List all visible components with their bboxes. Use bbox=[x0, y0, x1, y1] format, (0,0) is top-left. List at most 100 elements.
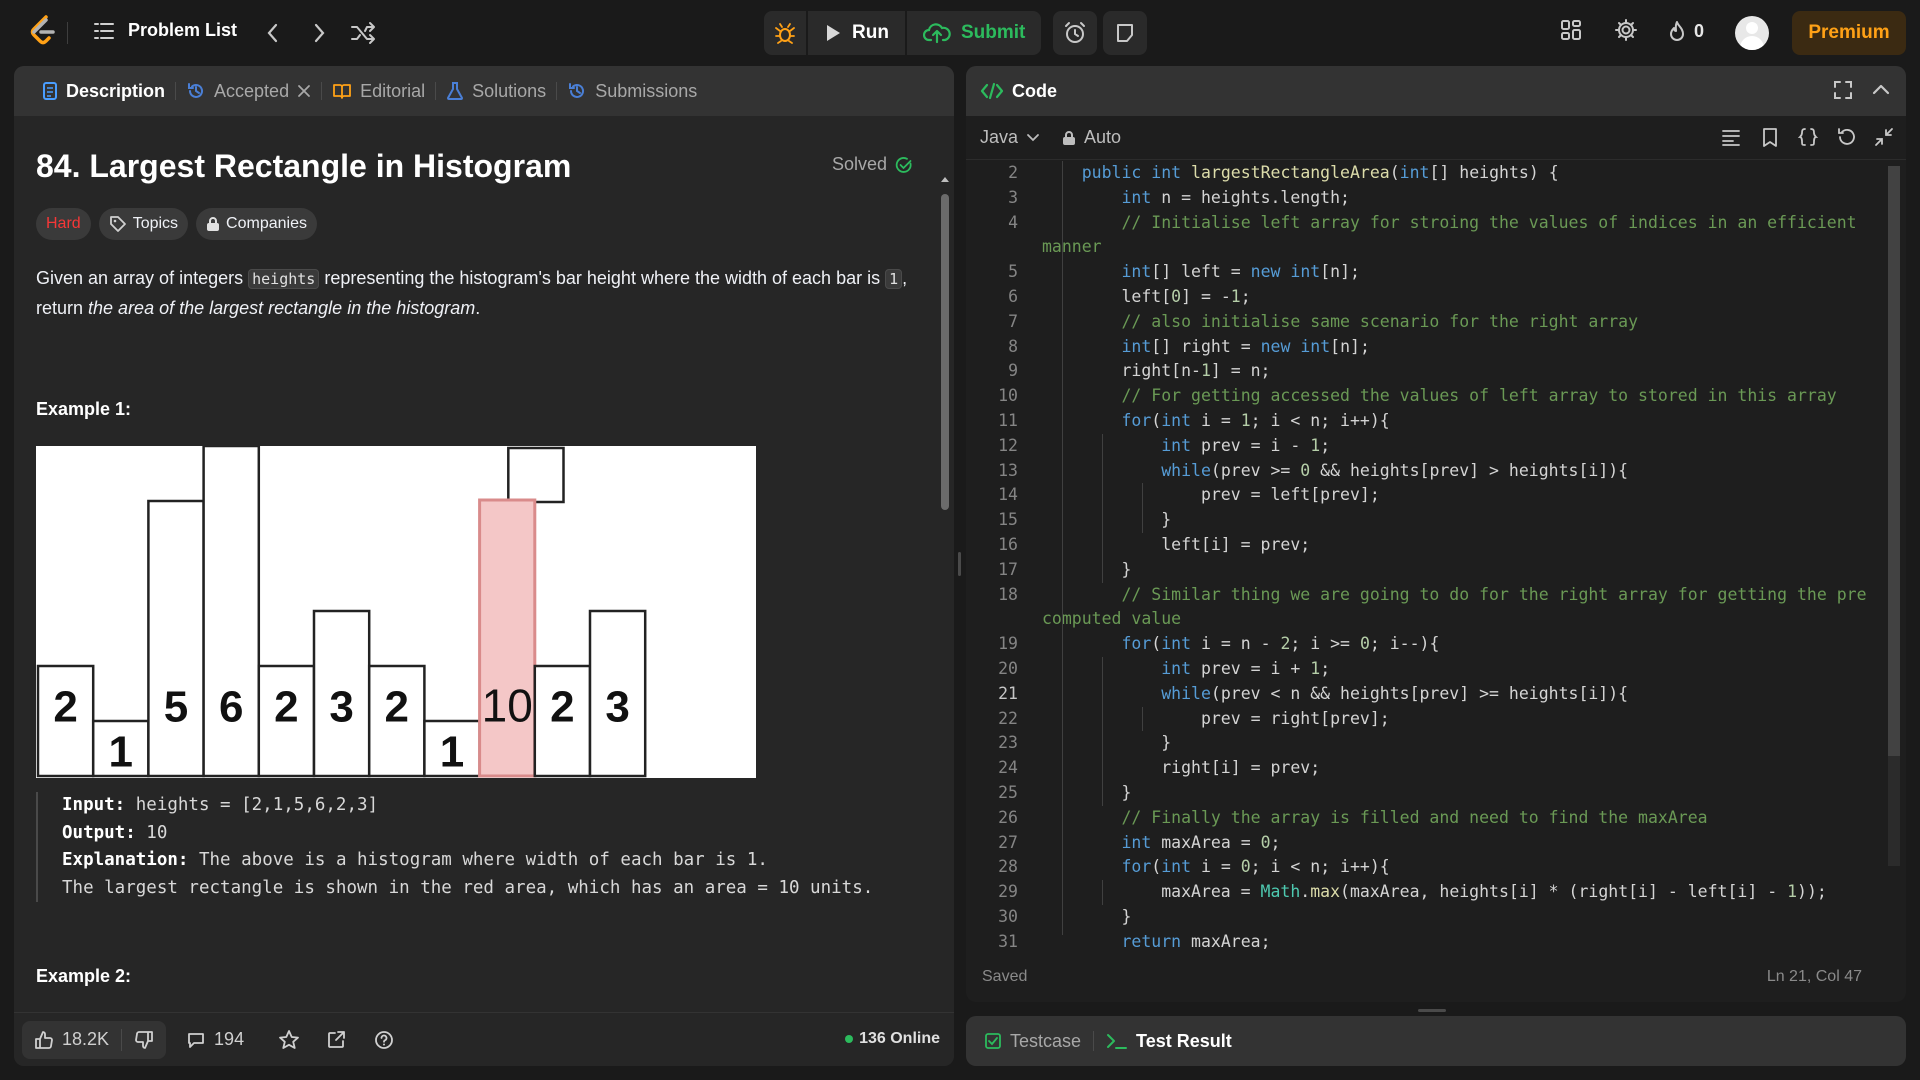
curly-braces-icon[interactable] bbox=[1797, 126, 1819, 148]
panel-resize-handle[interactable] bbox=[958, 552, 961, 576]
indent-guide bbox=[1142, 706, 1143, 732]
code-text: while(prev >= 0 && heights[prev] > heigh… bbox=[1161, 460, 1629, 480]
editor-scrollbar-thumb[interactable] bbox=[1888, 166, 1900, 756]
code-brackets-icon bbox=[980, 82, 1004, 100]
difficulty-badge: Hard bbox=[36, 208, 91, 240]
format-lines-icon[interactable] bbox=[1720, 126, 1742, 148]
avatar[interactable] bbox=[1735, 16, 1769, 50]
favorite-star-icon[interactable] bbox=[278, 1029, 300, 1051]
line-number: 18 bbox=[998, 584, 1018, 604]
indent-guide bbox=[1102, 657, 1103, 806]
companies-chip[interactable]: Companies bbox=[196, 208, 317, 240]
histogram-bar-label: 2 bbox=[550, 683, 574, 732]
tab-description[interactable]: Description bbox=[32, 66, 175, 116]
lock-icon bbox=[206, 216, 220, 232]
code-panel: Code Java Auto 2 public int largestRecta… bbox=[966, 66, 1906, 1002]
solved-status: Solved bbox=[832, 154, 913, 175]
layout-icon[interactable] bbox=[1558, 17, 1584, 43]
histogram-bar-label: 10 bbox=[482, 680, 533, 732]
history-icon bbox=[186, 81, 206, 101]
terminal-icon bbox=[1106, 1032, 1128, 1050]
tab-label: Testcase bbox=[1010, 1030, 1082, 1051]
histogram-bar-label: 1 bbox=[109, 728, 133, 777]
timer-button[interactable] bbox=[1053, 11, 1098, 55]
streak-counter[interactable]: 0 bbox=[1668, 20, 1704, 42]
line-number: 12 bbox=[998, 435, 1018, 455]
histogram-bar-label: 3 bbox=[605, 683, 629, 732]
comments-button[interactable]: 194 bbox=[186, 1029, 244, 1050]
line-number: 22 bbox=[998, 708, 1018, 728]
line-number: 16 bbox=[998, 535, 1018, 554]
code-text: // For getting accessed the values of le… bbox=[1121, 386, 1837, 406]
left-tab-bar: Description Accepted Editorial Solutions bbox=[14, 66, 954, 116]
code-text: for(int i = n - 2; i >= 0; i--){ bbox=[1121, 634, 1440, 654]
notes-button[interactable] bbox=[1103, 11, 1148, 55]
topics-chip[interactable]: Topics bbox=[98, 208, 189, 240]
tag-icon bbox=[109, 215, 127, 233]
code-text: int n = heights.length; bbox=[1121, 187, 1350, 207]
run-button[interactable]: Run bbox=[808, 11, 905, 55]
close-icon[interactable] bbox=[297, 84, 311, 98]
indent-guide bbox=[1062, 161, 1063, 935]
tab-testcase[interactable]: Testcase bbox=[984, 1031, 1081, 1052]
autocomplete-mode[interactable]: Auto bbox=[1062, 127, 1121, 148]
bookmark-icon[interactable] bbox=[1759, 126, 1781, 148]
fullscreen-icon[interactable] bbox=[1832, 79, 1854, 101]
thumbs-down-icon bbox=[134, 1030, 154, 1050]
code-text: left[i] = prev; bbox=[1042, 535, 1311, 554]
problem-list-label: Problem List bbox=[128, 20, 238, 40]
line-number: 13 bbox=[998, 460, 1018, 480]
line-number: 27 bbox=[998, 832, 1018, 852]
reset-icon[interactable] bbox=[1835, 126, 1857, 148]
tab-label: Editorial bbox=[360, 80, 426, 101]
example-1-block: Input: heights = [2,1,5,6,2,3] Output: 1… bbox=[36, 792, 916, 902]
histogram-image: 2 1 5 6 2 3 2 1 10 2 3 bbox=[36, 446, 756, 778]
save-status: Saved bbox=[982, 968, 1028, 985]
input-value: heights = [2,1,5,6,2,3] bbox=[125, 795, 379, 815]
problem-list-button[interactable]: Problem List bbox=[94, 20, 237, 41]
panel-resize-handle[interactable] bbox=[1418, 1009, 1446, 1012]
prev-problem-icon[interactable] bbox=[262, 20, 284, 46]
tab-test-result[interactable]: Test Result bbox=[1106, 1031, 1232, 1052]
share-icon[interactable] bbox=[326, 1030, 346, 1050]
tab-submissions[interactable]: Submissions bbox=[557, 66, 707, 116]
help-icon[interactable] bbox=[374, 1030, 394, 1050]
code-text: return maxArea; bbox=[1121, 931, 1271, 949]
submit-button[interactable]: Submit bbox=[906, 11, 1042, 55]
settings-gear-icon[interactable] bbox=[1613, 17, 1639, 43]
code-text: int maxArea = 0; bbox=[1121, 832, 1281, 852]
tab-editorial[interactable]: Editorial bbox=[322, 66, 435, 116]
like-button[interactable]: 18.2K bbox=[22, 1029, 121, 1050]
online-dot-icon bbox=[845, 1035, 854, 1043]
language-select[interactable]: Java bbox=[980, 127, 1040, 148]
chevron-up-icon[interactable] bbox=[1870, 79, 1892, 101]
code-panel-title: Code bbox=[1012, 80, 1057, 101]
collapse-icon[interactable] bbox=[1873, 126, 1895, 148]
line-number: 30 bbox=[998, 907, 1018, 926]
language-label: Java bbox=[980, 127, 1019, 147]
code-text: while(prev < n && heights[prev] >= heigh… bbox=[1161, 683, 1629, 703]
tab-label: Test Result bbox=[1136, 1030, 1232, 1051]
problem-description: Given an array of integers heights repre… bbox=[36, 264, 936, 323]
code-editor[interactable]: 2 public int largestRectangleArea(int[] … bbox=[966, 161, 1906, 949]
desc-text: representing the histogram's bar height … bbox=[319, 268, 886, 288]
streak-count: 0 bbox=[1694, 20, 1705, 41]
dislike-button[interactable] bbox=[122, 1030, 166, 1050]
line-number: 10 bbox=[998, 386, 1018, 406]
book-icon bbox=[332, 82, 352, 100]
description-footer: 18.2K 194 136 Online bbox=[14, 1012, 954, 1066]
debug-button[interactable] bbox=[764, 11, 806, 55]
premium-button[interactable]: Premium bbox=[1792, 11, 1906, 55]
line-number: 26 bbox=[998, 807, 1018, 827]
line-number: 21 bbox=[998, 683, 1018, 703]
scrollbar[interactable] bbox=[940, 176, 950, 1006]
tab-solutions[interactable]: Solutions bbox=[436, 66, 556, 116]
line-number: 7 bbox=[1008, 311, 1018, 331]
thumbs-up-icon bbox=[34, 1030, 54, 1050]
next-problem-icon[interactable] bbox=[308, 20, 330, 46]
leetcode-logo-icon[interactable] bbox=[28, 14, 58, 48]
online-label: 136 Online bbox=[859, 1030, 940, 1047]
tab-accepted[interactable]: Accepted bbox=[176, 66, 321, 116]
shuffle-icon[interactable] bbox=[350, 20, 376, 46]
line-number: 25 bbox=[998, 783, 1018, 802]
